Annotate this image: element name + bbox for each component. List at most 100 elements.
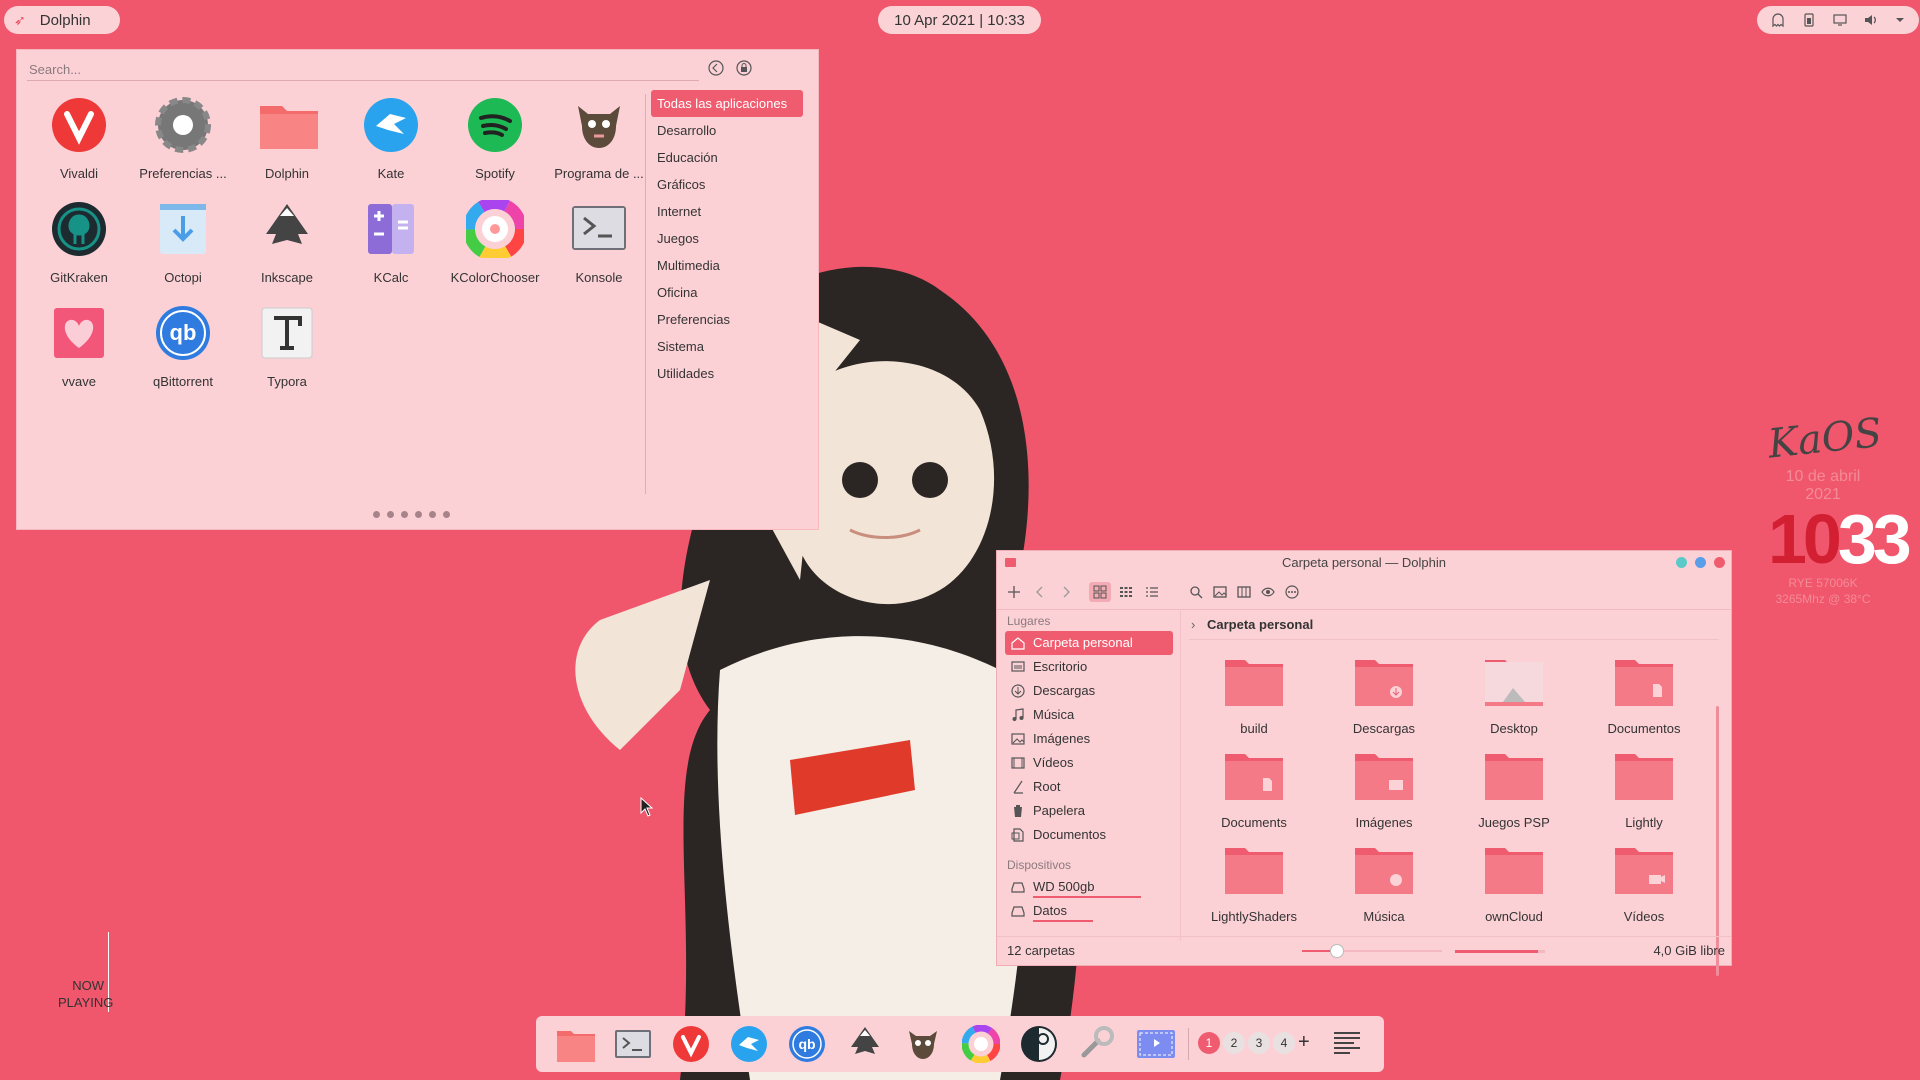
maximize-button[interactable]: [1695, 557, 1706, 568]
preview-button[interactable]: [1209, 582, 1231, 602]
page-dot[interactable]: [429, 511, 436, 518]
add-desktop-button[interactable]: +: [1298, 1030, 1310, 1054]
folder-item[interactable]: ownCloud: [1459, 842, 1569, 924]
page-dot[interactable]: [401, 511, 408, 518]
ghost-icon[interactable]: [1770, 12, 1786, 28]
desktop-2-button[interactable]: 2: [1223, 1032, 1245, 1054]
display-icon[interactable]: [1832, 12, 1848, 28]
place-pictures[interactable]: Imágenes: [1005, 727, 1173, 751]
folder-item[interactable]: Documents: [1199, 748, 1309, 830]
category-all[interactable]: Todas las aplicaciones: [651, 90, 803, 117]
dock-dolphin[interactable]: [556, 1025, 595, 1063]
app-settings[interactable]: Preferencias ...: [131, 96, 235, 200]
app-kate[interactable]: Kate: [339, 96, 443, 200]
more-button[interactable]: [1281, 582, 1303, 602]
dock-menu-button[interactable]: [1332, 1029, 1362, 1064]
dock-screen-capture[interactable]: [1136, 1025, 1175, 1063]
folder-item[interactable]: build: [1199, 654, 1309, 736]
category-multimedia[interactable]: Multimedia: [651, 252, 803, 279]
window-titlebar[interactable]: Carpeta personal — Dolphin: [997, 551, 1731, 575]
category-system[interactable]: Sistema: [651, 333, 803, 360]
folder-item[interactable]: Desktop: [1459, 654, 1569, 736]
show-hidden-button[interactable]: [1257, 582, 1279, 602]
app-gimp[interactable]: Programa de ...: [547, 96, 651, 200]
chevron-down-icon[interactable]: [1894, 14, 1906, 26]
close-button[interactable]: [1714, 557, 1725, 568]
lock-icon[interactable]: [735, 59, 753, 77]
app-qbittorrent[interactable]: qb qBittorrent: [131, 304, 235, 408]
desktop-3-button[interactable]: 3: [1248, 1032, 1270, 1054]
breadcrumb[interactable]: › Carpeta personal: [1189, 611, 1719, 640]
category-development[interactable]: Desarrollo: [651, 117, 803, 144]
place-trash[interactable]: Papelera: [1005, 799, 1173, 823]
device-wd500gb[interactable]: WD 500gb: [1005, 875, 1173, 899]
search-input[interactable]: [27, 58, 699, 81]
category-internet[interactable]: Internet: [651, 198, 803, 225]
page-dot[interactable]: [415, 511, 422, 518]
icons-view-button[interactable]: [1089, 582, 1111, 602]
desktop-4-button[interactable]: 4: [1273, 1032, 1295, 1054]
dock-konsole[interactable]: [614, 1025, 652, 1063]
folder-item[interactable]: Juegos PSP: [1459, 748, 1569, 830]
active-app-indicator[interactable]: ➶ Dolphin: [4, 6, 120, 34]
compact-view-button[interactable]: [1115, 582, 1137, 602]
page-dot[interactable]: [373, 511, 380, 518]
desktop-1-button[interactable]: 1: [1198, 1032, 1220, 1054]
app-konsole[interactable]: Konsole: [547, 200, 651, 304]
dock-gimp[interactable]: [904, 1025, 942, 1063]
category-office[interactable]: Oficina: [651, 279, 803, 306]
folder-item[interactable]: LightlyShaders: [1199, 842, 1309, 924]
panel-clock[interactable]: 10 Apr 2021 | 10:33: [878, 6, 1041, 34]
device-datos[interactable]: Datos: [1005, 899, 1173, 923]
folder-item[interactable]: Imágenes: [1329, 748, 1439, 830]
app-kcolorchooser[interactable]: KColorChooser: [443, 197, 547, 304]
category-preferences[interactable]: Preferencias: [651, 306, 803, 333]
new-button[interactable]: [1003, 582, 1025, 602]
place-videos[interactable]: Vídeos: [1005, 751, 1173, 775]
folder-item[interactable]: Lightly: [1589, 748, 1699, 830]
zoom-slider[interactable]: [1302, 944, 1442, 958]
dock-kate[interactable]: [730, 1025, 768, 1063]
page-dot[interactable]: [443, 511, 450, 518]
app-octopi[interactable]: Octopi: [131, 200, 235, 304]
category-graphics[interactable]: Gráficos: [651, 171, 803, 198]
folder-item[interactable]: Vídeos: [1589, 842, 1699, 924]
split-button[interactable]: [1233, 582, 1255, 602]
app-gitkraken[interactable]: GitKraken: [27, 200, 131, 304]
zoom-slider-handle[interactable]: [1330, 944, 1344, 958]
app-inkscape[interactable]: Inkscape: [235, 200, 339, 304]
battery-icon[interactable]: [1801, 12, 1817, 28]
place-desktop[interactable]: Escritorio: [1005, 655, 1173, 679]
app-spotify[interactable]: Spotify: [443, 96, 547, 200]
folder-item[interactable]: Música: [1329, 842, 1439, 924]
back-icon[interactable]: [707, 59, 725, 77]
search-button[interactable]: [1185, 582, 1207, 602]
app-kcalc[interactable]: KCalc: [339, 200, 443, 304]
category-utilities[interactable]: Utilidades: [651, 360, 803, 387]
place-root[interactable]: Root: [1005, 775, 1173, 799]
category-games[interactable]: Juegos: [651, 225, 803, 252]
place-home[interactable]: Carpeta personal: [1005, 631, 1173, 655]
dock-steam[interactable]: [1020, 1025, 1058, 1063]
dock-vivaldi[interactable]: [672, 1025, 710, 1063]
app-vvave[interactable]: vvave: [27, 304, 131, 408]
folder-item[interactable]: Documentos: [1589, 654, 1699, 736]
dock-qbittorrent[interactable]: qb: [788, 1025, 826, 1063]
page-dot[interactable]: [387, 511, 394, 518]
place-downloads[interactable]: Descargas: [1005, 679, 1173, 703]
window-app-icon[interactable]: [1005, 558, 1016, 567]
back-button[interactable]: [1029, 582, 1051, 602]
category-education[interactable]: Educación: [651, 144, 803, 171]
volume-icon[interactable]: [1863, 12, 1879, 28]
app-dolphin[interactable]: Dolphin: [235, 96, 339, 200]
forward-button[interactable]: [1055, 582, 1077, 602]
app-vivaldi[interactable]: Vivaldi: [27, 96, 131, 200]
place-documents[interactable]: Documentos: [1005, 823, 1173, 847]
app-typora[interactable]: Typora: [235, 304, 339, 408]
dock-inkscape[interactable]: [846, 1025, 884, 1063]
dock-tool[interactable]: [1078, 1025, 1116, 1063]
details-view-button[interactable]: [1141, 582, 1163, 602]
folder-item[interactable]: Descargas: [1329, 654, 1439, 736]
place-music[interactable]: Música: [1005, 703, 1173, 727]
dock-kcolorchooser[interactable]: [961, 1024, 1001, 1064]
